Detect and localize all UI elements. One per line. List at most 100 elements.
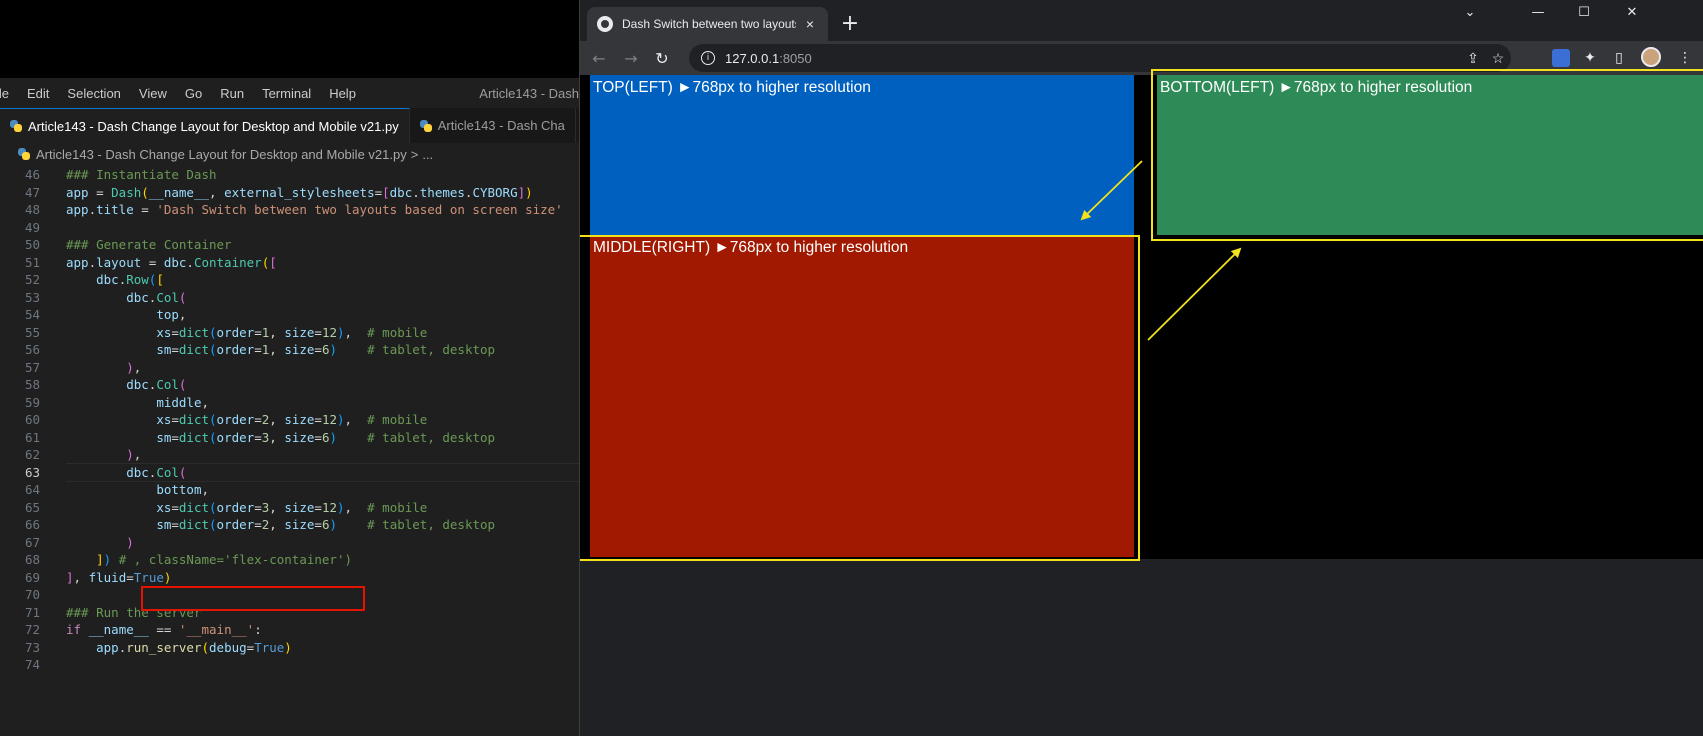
breadcrumb-more[interactable]: ... <box>422 147 433 162</box>
line-number: 64 <box>24 482 40 497</box>
code-line[interactable]: 48 app.title = 'Dash Switch between two l… <box>0 200 579 219</box>
code-line[interactable]: 47 app = Dash(__name__, external_styleshe… <box>0 183 579 202</box>
code-line[interactable]: 65 xs=dict(order=3, size=12), # mobile <box>0 498 579 517</box>
code-line[interactable]: 60 xs=dict(order=2, size=12), # mobile <box>0 410 579 429</box>
menu-help[interactable]: Help <box>320 86 365 101</box>
code-token: ### Run the server <box>66 604 202 620</box>
maximize-button[interactable]: ☐ <box>1561 0 1607 24</box>
code-line[interactable]: 49 <box>0 218 579 237</box>
code-line[interactable]: 73 app.run_server(debug=True) <box>0 638 579 657</box>
menu-view[interactable]: View <box>130 86 176 101</box>
code-token: , <box>73 569 89 585</box>
code-line[interactable]: 55 xs=dict(order=1, size=12), # mobile <box>0 323 579 342</box>
close-window-button[interactable]: ✕ <box>1609 0 1655 24</box>
code-line[interactable]: 66 sm=dict(order=2, size=6) # tablet, de… <box>0 515 579 534</box>
code-line[interactable]: 53 dbc.Col( <box>0 288 579 307</box>
profile-avatar[interactable] <box>1641 47 1661 67</box>
code-line[interactable]: 70 <box>0 585 579 604</box>
code-token: ) <box>163 569 172 585</box>
code-token: sm <box>156 429 172 445</box>
menu-edit[interactable]: Edit <box>18 86 58 101</box>
side-panel-icon[interactable]: ▯ <box>1610 49 1628 67</box>
breadcrumb-separator: > <box>410 146 419 162</box>
code-token: ( <box>209 429 217 445</box>
menu-go[interactable]: Go <box>176 86 211 101</box>
code-token: , <box>209 184 225 200</box>
code-token: = <box>171 412 179 427</box>
code-token: layout <box>96 254 142 270</box>
code-token: = <box>171 517 179 532</box>
chrome-menu-icon[interactable]: ⋮ <box>1676 49 1694 67</box>
code-token: , <box>344 499 368 515</box>
code-token: ) <box>126 534 134 550</box>
code-token: middle <box>156 394 202 410</box>
code-line[interactable]: 67 ) <box>0 533 579 552</box>
code-line[interactable]: 52 dbc.Row([ <box>0 270 579 289</box>
address-bar[interactable]: i 127.0.0.1 :8050 ⇪ ☆ <box>689 44 1511 72</box>
code-line[interactable]: 56 sm=dict(order=1, size=6) # tablet, de… <box>0 340 579 359</box>
code-token: = <box>171 429 179 445</box>
new-tab-button[interactable]: + <box>837 10 863 36</box>
code-line[interactable]: 54 top, <box>0 305 579 324</box>
editor-tab-active[interactable]: Article143 - Dash Change Layout for Desk… <box>0 108 410 143</box>
close-tab-icon[interactable]: × <box>802 16 818 32</box>
code-line[interactable]: 58 dbc.Col( <box>0 375 579 394</box>
browser-tab[interactable]: Dash Switch between two layouts based on… <box>587 7 828 41</box>
menu-terminal[interactable]: Terminal <box>253 86 320 101</box>
extension-icon[interactable] <box>1552 49 1570 67</box>
code-line[interactable]: 63 dbc.Col( <box>0 463 579 482</box>
line-number: 49 <box>24 219 40 235</box>
code-token: , <box>269 342 285 357</box>
code-line[interactable]: 69], fluid=True) <box>0 568 579 587</box>
share-icon[interactable]: ⇪ <box>1464 49 1482 67</box>
menu-run[interactable]: Run <box>211 86 253 101</box>
code-line[interactable]: 61 sm=dict(order=3, size=6) # tablet, de… <box>0 428 579 447</box>
line-number: 52 <box>24 272 40 287</box>
menu-selection[interactable]: Selection <box>58 86 129 101</box>
code-token: dict <box>178 499 210 515</box>
code-line[interactable]: 71 ### Run the server <box>0 603 579 622</box>
back-button[interactable]: ← <box>586 45 612 71</box>
code-token: ) <box>525 184 533 200</box>
extensions-puzzle-icon[interactable]: ✦ <box>1581 49 1599 67</box>
code-line[interactable]: 62 ), <box>0 445 579 464</box>
code-line[interactable]: 59 middle, <box>0 393 579 412</box>
code-text: top, <box>66 305 186 324</box>
code-token: , <box>344 324 368 340</box>
code-line[interactable]: 72 if __name__ == '__main__': <box>0 620 579 639</box>
code-line[interactable]: 57 ), <box>0 358 579 377</box>
code-line[interactable]: 50 ### Generate Container <box>0 235 579 254</box>
code-token: ### Generate Container <box>66 237 232 252</box>
code-text: app = Dash(__name__, external_stylesheet… <box>66 183 533 202</box>
site-info-icon[interactable]: i <box>701 51 715 65</box>
editor-tab[interactable]: Article143 - Dash Cha <box>409 108 576 143</box>
code-text: app.layout = dbc.Container([ <box>66 253 277 272</box>
menu-file[interactable]: ile <box>0 86 18 101</box>
forward-button[interactable]: → <box>618 45 644 71</box>
reload-button[interactable]: ↻ <box>649 45 675 71</box>
code-line[interactable]: 46 ### Instantiate Dash <box>0 165 579 184</box>
code-text: sm=dict(order=1, size=6) # tablet, deskt… <box>66 340 495 359</box>
code-editor[interactable]: 46 ### Instantiate Dash 47 app = Dash(__nam… <box>0 165 579 736</box>
code-line[interactable]: 51 app.layout = dbc.Container([ <box>0 253 579 272</box>
bookmark-star-icon[interactable]: ☆ <box>1489 49 1507 67</box>
python-file-icon <box>10 120 22 132</box>
code-line[interactable]: 74 <box>0 655 579 674</box>
tab-search-icon[interactable]: ⌄ <box>1447 0 1493 24</box>
line-number: 65 <box>24 499 40 515</box>
code-line[interactable]: 64 bottom, <box>0 480 579 499</box>
code-line[interactable]: 68 ]) # , className='flex-container') <box>0 550 579 569</box>
code-token: # , className='flex-container') <box>118 552 352 567</box>
line-number: 61 <box>24 429 40 445</box>
code-token: ( <box>178 377 187 392</box>
line-number: 57 <box>24 359 40 375</box>
chrome-window: Dash Switch between two layouts based on… <box>579 0 1703 736</box>
breadcrumb-file[interactable]: Article143 - Dash Change Layout for Desk… <box>36 147 407 162</box>
minimize-button[interactable]: — <box>1515 0 1561 24</box>
